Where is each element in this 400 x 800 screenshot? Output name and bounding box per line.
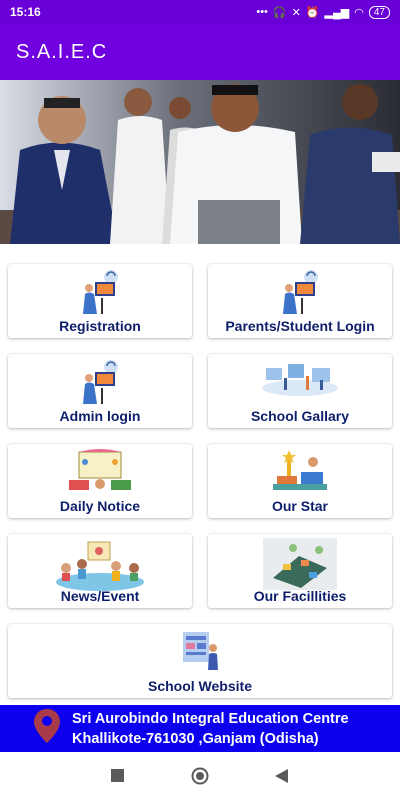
our-star-label: Our Star bbox=[271, 498, 328, 514]
app-title: S.A.I.E.C bbox=[16, 40, 108, 63]
news-event-icon bbox=[52, 538, 148, 597]
hero-banner-photo bbox=[0, 80, 400, 244]
battery-icon: 47 bbox=[368, 5, 390, 19]
signal-icon: ▂▄▆ bbox=[324, 6, 350, 19]
notification-dots: ••• bbox=[256, 6, 268, 18]
app-bar: S.A.I.E.C bbox=[0, 24, 400, 80]
status-icons: ••• 🎧 ✕ ⏰ ▂▄▆ ◠ 47 bbox=[256, 5, 390, 19]
our-star-tile[interactable]: Our Star bbox=[208, 444, 392, 518]
registration-tile[interactable]: Registration bbox=[8, 264, 192, 338]
system-nav-bar bbox=[0, 752, 400, 800]
website-icon bbox=[177, 628, 223, 677]
gallery-icon bbox=[260, 358, 340, 403]
address-line-2: Khallikote-761030 ,Ganjam (Odisha) bbox=[72, 730, 319, 747]
address-footer: Sri Aurobindo Integral Education Centre … bbox=[0, 705, 400, 752]
recents-square-icon[interactable] bbox=[111, 769, 124, 787]
status-time: 15:16 bbox=[10, 5, 41, 19]
home-circle-icon[interactable] bbox=[191, 767, 209, 790]
daily-notice-label: Daily Notice bbox=[59, 498, 141, 514]
school-website-label: School Website bbox=[148, 678, 252, 694]
daily-notice-tile[interactable]: Daily Notice bbox=[8, 444, 192, 518]
location-pin-icon bbox=[34, 709, 60, 748]
mute-icon: ✕ bbox=[291, 6, 301, 19]
address-text: Sri Aurobindo Integral Education Centre … bbox=[72, 709, 349, 749]
hero-photo-illustration bbox=[0, 80, 400, 244]
user-computer-icon bbox=[275, 268, 325, 321]
admin-login-tile[interactable]: Admin login bbox=[8, 354, 192, 428]
headset-icon: 🎧 bbox=[272, 6, 287, 19]
address-line-1: Sri Aurobindo Integral Education Centre bbox=[72, 710, 349, 727]
back-triangle-icon[interactable] bbox=[275, 769, 288, 788]
news-event-tile[interactable]: News/Event bbox=[8, 534, 192, 608]
notice-icon bbox=[65, 448, 135, 499]
our-facilities-tile[interactable]: Our Facillities bbox=[208, 534, 392, 608]
user-computer-icon bbox=[75, 268, 125, 321]
parents-student-login-tile[interactable]: Parents/Student Login bbox=[208, 264, 392, 338]
school-gallery-label: School Gallary bbox=[250, 408, 350, 424]
facilities-icon bbox=[263, 538, 337, 595]
star-books-icon bbox=[265, 448, 335, 499]
alarm-icon: ⏰ bbox=[305, 6, 320, 19]
user-computer-icon bbox=[75, 358, 125, 411]
wifi-icon: ◠ bbox=[354, 6, 364, 19]
school-website-tile[interactable]: School Website bbox=[8, 624, 392, 698]
status-bar: 15:16 ••• 🎧 ✕ ⏰ ▂▄▆ ◠ 47 bbox=[0, 0, 400, 24]
school-gallery-tile[interactable]: School Gallary bbox=[208, 354, 392, 428]
